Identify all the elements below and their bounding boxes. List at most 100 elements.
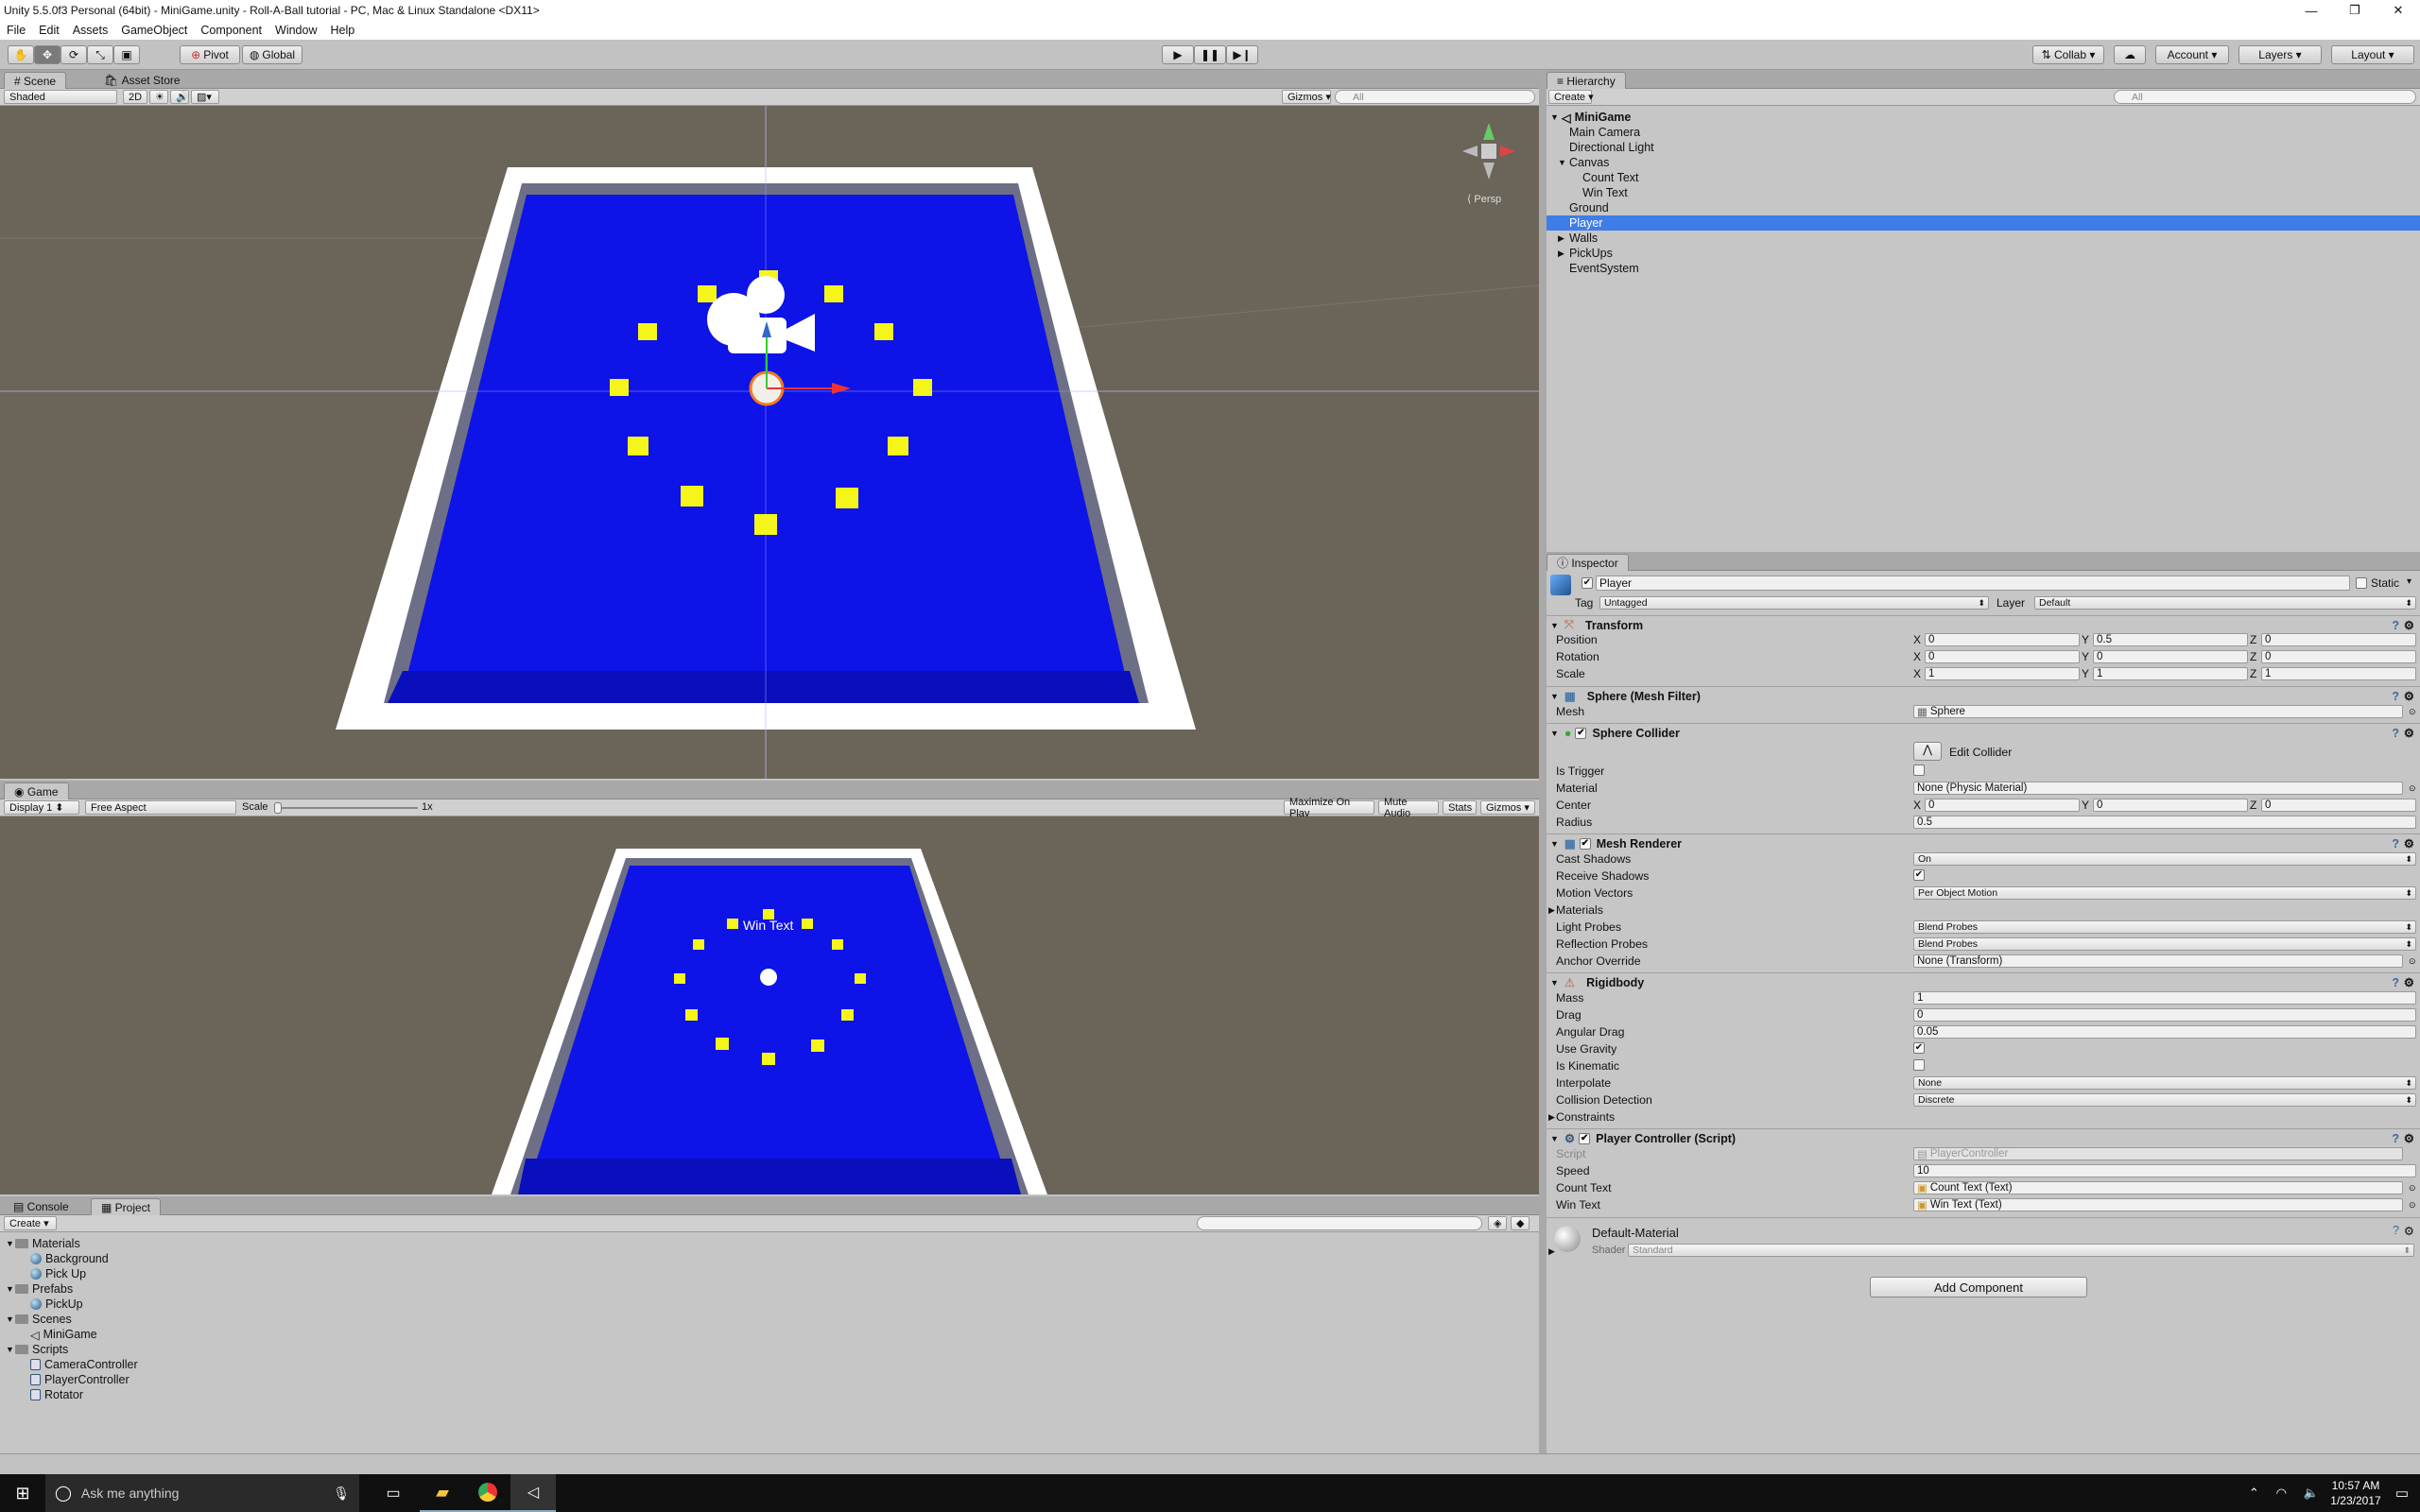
help-icon[interactable]: ? <box>2392 690 2399 703</box>
project-item-scripts[interactable]: ▼ Scripts <box>6 1342 138 1357</box>
center-y-field[interactable]: 0 <box>2093 799 2248 812</box>
task-view-icon[interactable]: ▭ <box>374 1474 412 1512</box>
layers-dropdown[interactable]: Layers ▾ <box>2238 45 2322 64</box>
persp-label[interactable]: ⟨ Persp <box>1467 193 1501 205</box>
aspect-dropdown[interactable]: Free Aspect <box>85 800 236 815</box>
scale-slider[interactable] <box>276 807 418 809</box>
mass-field[interactable]: 1 <box>1913 991 2416 1005</box>
tab-project[interactable]: ▦ Project <box>91 1198 162 1215</box>
settings-gear-icon[interactable]: ⚙ <box>2404 1224 2414 1238</box>
light-toggle-icon[interactable]: ☀ <box>149 90 168 104</box>
chrome-icon[interactable] <box>465 1474 510 1512</box>
scale-x-field[interactable]: 1 <box>1925 667 2080 680</box>
menu-help[interactable]: Help <box>323 24 361 37</box>
tab-scene[interactable]: # Scene <box>4 72 67 89</box>
help-icon[interactable]: ? <box>2392 976 2399 989</box>
count-text-field[interactable]: ▣ Count Text (Text) <box>1913 1181 2403 1194</box>
position-z-field[interactable]: 0 <box>2261 633 2416 646</box>
rigidbody-header[interactable]: ▼ ⚠ Rigidbody ? ⚙ <box>1547 972 2420 991</box>
menu-file[interactable]: File <box>0 24 32 37</box>
object-picker-icon[interactable]: ⊙ <box>2409 1183 2416 1194</box>
position-y-field[interactable]: 0.5 <box>2093 633 2248 646</box>
foldout-arrow-icon[interactable]: ▼ <box>1550 692 1559 701</box>
tab-game[interactable]: ◉ Game <box>4 782 69 799</box>
drag-field[interactable]: 0 <box>1913 1008 2416 1022</box>
project-item-materials[interactable]: ▼ Materials <box>6 1236 138 1251</box>
tab-asset-store[interactable]: 🛍 Asset Store <box>95 72 190 89</box>
2d-toggle[interactable]: 2D <box>123 90 147 104</box>
project-item-pickup-prefab[interactable]: PickUp <box>6 1297 138 1312</box>
rotate-tool-icon[interactable]: ⟳ <box>60 45 87 64</box>
mesh-filter-header[interactable]: ▼ ▦ Sphere (Mesh Filter) ? ⚙ <box>1547 686 2420 705</box>
physic-material-field[interactable]: None (Physic Material) <box>1913 782 2403 795</box>
static-checkbox[interactable] <box>2356 577 2367 589</box>
hierarchy-item-directional-light[interactable]: Directional Light <box>1547 140 2420 155</box>
help-icon[interactable]: ? <box>2392 1132 2399 1145</box>
motion-vectors-dropdown[interactable]: Per Object Motion <box>1913 886 2416 900</box>
foldout-arrow-icon[interactable]: ▶ <box>1548 1112 1555 1123</box>
display-dropdown[interactable]: Display 1 ⬍ <box>4 800 79 815</box>
material-section[interactable]: Default-Material ▶ Shader Standard ? ⚙ <box>1547 1217 2420 1261</box>
scene-search-input[interactable]: All <box>1335 90 1535 104</box>
project-item-scenes[interactable]: ▼ Scenes <box>6 1312 138 1327</box>
object-picker-icon[interactable]: ⊙ <box>2409 956 2416 967</box>
tab-console[interactable]: ▤ Console <box>4 1198 78 1215</box>
network-icon[interactable]: ◠ <box>2276 1486 2287 1501</box>
shading-dropdown[interactable]: Shaded <box>4 90 117 104</box>
windows-start-icon[interactable]: ⊞ <box>0 1474 45 1512</box>
object-picker-icon[interactable]: ⊙ <box>2409 707 2416 717</box>
hierarchy-item-win-text[interactable]: Win Text <box>1547 185 2420 200</box>
menu-edit[interactable]: Edit <box>32 24 66 37</box>
hierarchy-item-main-camera[interactable]: Main Camera <box>1547 125 2420 140</box>
pivot-button[interactable]: ⊕ Pivot <box>180 45 240 64</box>
foldout-arrow-icon[interactable]: ▼ <box>1550 729 1559 738</box>
account-dropdown[interactable]: Account ▾ <box>2155 45 2229 64</box>
restore-icon[interactable]: ❐ <box>2333 0 2377 21</box>
foldout-arrow-icon[interactable]: ▶ <box>1548 1246 1555 1257</box>
settings-gear-icon[interactable]: ⚙ <box>2404 1131 2414 1145</box>
add-component-button[interactable]: Add Component <box>1870 1277 2087 1297</box>
use-gravity-checkbox[interactable]: ✔ <box>1913 1042 1925 1054</box>
menu-gameobject[interactable]: GameObject <box>114 24 194 37</box>
mesh-renderer-header[interactable]: ▼ ▦ ✔ Mesh Renderer ? ⚙ <box>1547 833 2420 852</box>
file-explorer-icon[interactable]: ▰ <box>420 1474 465 1512</box>
close-icon[interactable]: ✕ <box>2377 0 2420 21</box>
foldout-arrow-icon[interactable]: ▼ <box>1550 1134 1559 1143</box>
scale-z-field[interactable]: 1 <box>2261 667 2416 680</box>
game-viewport[interactable]: Win Text <box>0 816 1539 1194</box>
project-item-pick-up[interactable]: Pick Up <box>6 1266 138 1281</box>
volume-icon[interactable]: 🔈 <box>2304 1486 2319 1501</box>
reflection-probes-dropdown[interactable]: Blend Probes <box>1913 937 2416 951</box>
sphere-collider-enabled-checkbox[interactable]: ✔ <box>1575 727 1587 739</box>
rotation-y-field[interactable]: 0 <box>2093 650 2248 663</box>
foldout-arrow-icon[interactable]: ▼ <box>1550 978 1559 988</box>
hierarchy-scene-minigame[interactable]: ▼ ◁ MiniGame <box>1547 110 2420 125</box>
scale-y-field[interactable]: 1 <box>2093 667 2248 680</box>
materials-row[interactable]: ▶ Materials <box>1547 902 2420 919</box>
mute-audio-toggle[interactable]: Mute Audio <box>1378 797 1439 819</box>
hierarchy-search-input[interactable]: All <box>2114 90 2416 104</box>
move-tool-icon[interactable]: ✥ <box>34 45 60 64</box>
menu-window[interactable]: Window <box>268 24 323 37</box>
notification-center-icon[interactable]: ▭ <box>2384 1474 2420 1512</box>
project-search-input[interactable] <box>1197 1216 1482 1230</box>
project-item-rotator[interactable]: Rotator <box>6 1387 138 1402</box>
collision-detection-dropdown[interactable]: Discrete <box>1913 1093 2416 1107</box>
hierarchy-item-player[interactable]: Player <box>1547 215 2420 231</box>
unity-app-icon[interactable]: ◁ <box>510 1474 556 1512</box>
hierarchy-create-dropdown[interactable]: Create ▾ <box>1548 90 1594 104</box>
foldout-arrow-icon[interactable]: ▼ <box>1550 839 1559 849</box>
help-icon[interactable]: ? <box>2393 1224 2399 1237</box>
position-x-field[interactable]: 0 <box>1925 633 2080 646</box>
settings-gear-icon[interactable]: ⚙ <box>2404 836 2414 850</box>
tray-chevron-icon[interactable]: ⌃ <box>2249 1486 2259 1501</box>
step-button[interactable]: ▶❙ <box>1226 45 1258 64</box>
sphere-collider-header[interactable]: ▼ ● ✔ Sphere Collider ? ⚙ <box>1547 723 2420 742</box>
hierarchy-item-walls[interactable]: ▶ Walls <box>1547 231 2420 246</box>
collab-dropdown[interactable]: ⇅ Collab ▾ <box>2032 45 2104 64</box>
hierarchy-item-count-text[interactable]: Count Text <box>1547 170 2420 185</box>
project-item-background[interactable]: Background <box>6 1251 138 1266</box>
hierarchy-item-eventsystem[interactable]: EventSystem <box>1547 261 2420 276</box>
object-picker-icon[interactable]: ⊙ <box>2409 1200 2416 1211</box>
constraints-row[interactable]: ▶ Constraints <box>1547 1108 2420 1125</box>
